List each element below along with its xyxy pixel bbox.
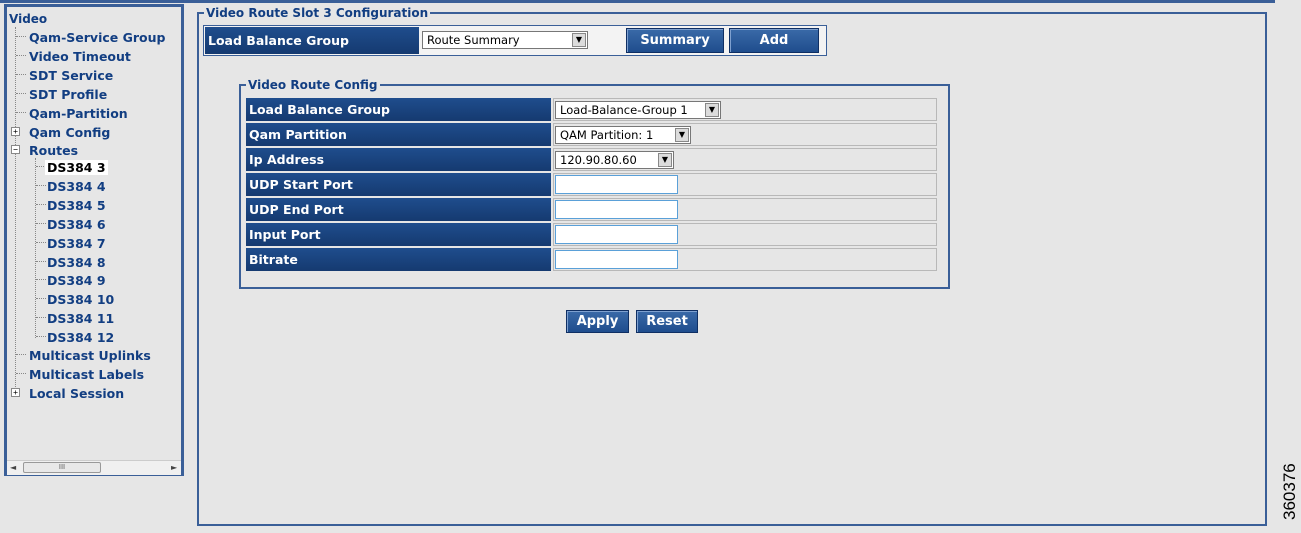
field-label: Input Port: [246, 223, 551, 246]
expand-icon[interactable]: +: [11, 388, 20, 397]
video-route-config-form: Load Balance Group Load-Balance-Group 1 …: [246, 98, 937, 273]
tree-connector: [36, 261, 46, 262]
tree-item-local-session[interactable]: Local Session: [29, 386, 124, 401]
apply-button[interactable]: Apply: [566, 310, 629, 333]
form-row-udp-end-port: UDP End Port: [246, 198, 937, 221]
figure-number: 360376: [1280, 463, 1299, 520]
video-route-config-title: Video Route Config: [246, 78, 380, 92]
tree-item-multicast-uplinks[interactable]: Multicast Uplinks: [29, 348, 151, 363]
chevron-down-icon[interactable]: ▼: [572, 33, 586, 47]
route-configuration-title: Video Route Slot 3 Configuration: [204, 6, 431, 20]
tree-item-qam-partition[interactable]: Qam-Partition: [29, 106, 128, 121]
chevron-down-icon[interactable]: ▼: [705, 103, 719, 117]
tree-connector: [16, 74, 26, 75]
field-cell: QAM Partition: 1 ▼: [553, 123, 937, 146]
udp-start-port-input[interactable]: [555, 175, 678, 194]
field-label: UDP Start Port: [246, 173, 551, 196]
navigation-tree-panel: Video Qam-Service Group Video Timeout SD…: [4, 4, 184, 476]
collapse-icon[interactable]: −: [11, 145, 20, 154]
tree-connector: [36, 185, 46, 186]
tree-item-sdt-profile[interactable]: SDT Profile: [29, 87, 107, 102]
input-port-input[interactable]: [555, 225, 678, 244]
chevron-down-icon[interactable]: ▼: [675, 128, 689, 142]
load-balance-group-select[interactable]: Load-Balance-Group 1 ▼: [555, 101, 721, 119]
tree-item-qam-config[interactable]: Qam Config: [29, 125, 110, 140]
field-cell: 120.90.80.60 ▼: [553, 148, 937, 171]
tree-item-multicast-labels[interactable]: Multicast Labels: [29, 367, 144, 382]
scroll-right-arrow-icon[interactable]: ►: [171, 463, 177, 472]
field-cell: [553, 248, 937, 271]
tree-connector: [36, 336, 46, 337]
tree-item-ds384-10[interactable]: DS384 10: [47, 292, 114, 307]
tree-item-qam-service-group[interactable]: Qam-Service Group: [29, 30, 165, 45]
field-label: UDP End Port: [246, 198, 551, 221]
field-cell: [553, 223, 937, 246]
form-row-qam-partition: Qam Partition QAM Partition: 1 ▼: [246, 123, 937, 146]
select-value: QAM Partition: 1: [560, 128, 654, 142]
tree-connector: [36, 317, 46, 318]
navigation-tree: Video Qam-Service Group Video Timeout SD…: [9, 12, 187, 452]
tree-item-ds384-12[interactable]: DS384 12: [47, 330, 114, 345]
form-row-udp-start-port: UDP Start Port: [246, 173, 937, 196]
tree-item-ds384-11[interactable]: DS384 11: [47, 311, 114, 326]
select-value: Load-Balance-Group 1: [560, 103, 688, 117]
tree-item-ds384-8[interactable]: DS384 8: [47, 255, 106, 270]
chevron-down-icon[interactable]: ▼: [658, 153, 672, 167]
add-button[interactable]: Add: [729, 28, 819, 53]
tree-item-ds384-4[interactable]: DS384 4: [47, 179, 106, 194]
tree-connector: [16, 354, 26, 355]
form-row-ip-address: Ip Address 120.90.80.60 ▼: [246, 148, 937, 171]
field-label: Bitrate: [246, 248, 551, 271]
tree-item-ds384-9[interactable]: DS384 9: [47, 273, 106, 288]
bitrate-input[interactable]: [555, 250, 678, 269]
form-row-load-balance-group: Load Balance Group Load-Balance-Group 1 …: [246, 98, 937, 121]
horizontal-scrollbar[interactable]: ◄ III ►: [7, 460, 181, 475]
tree-connector: [36, 242, 46, 243]
tree-connector: [16, 36, 26, 37]
tree-item-ds384-7[interactable]: DS384 7: [47, 236, 106, 251]
tree-root-video[interactable]: Video: [9, 12, 47, 26]
tree-connector: [36, 279, 46, 280]
field-cell: [553, 198, 937, 221]
route-summary-select-value: Route Summary: [427, 33, 520, 47]
tree-item-routes[interactable]: Routes: [29, 143, 78, 158]
expand-icon[interactable]: +: [11, 127, 20, 136]
scroll-left-arrow-icon[interactable]: ◄: [10, 463, 16, 472]
form-row-bitrate: Bitrate: [246, 248, 937, 271]
qam-partition-select[interactable]: QAM Partition: 1 ▼: [555, 126, 691, 144]
tree-connector: [16, 93, 26, 94]
summary-button[interactable]: Summary: [626, 28, 724, 53]
field-cell: [553, 173, 937, 196]
field-label: Ip Address: [246, 148, 551, 171]
form-row-input-port: Input Port: [246, 223, 937, 246]
field-label: Qam Partition: [246, 123, 551, 146]
tree-connector: [16, 112, 26, 113]
tree-item-ds384-5[interactable]: DS384 5: [47, 198, 106, 213]
tree-connector: [36, 223, 46, 224]
reset-button[interactable]: Reset: [636, 310, 698, 333]
load-balance-group-toolbar: Load Balance Group Route Summary ▼ Summa…: [203, 25, 827, 56]
field-label: Load Balance Group: [246, 98, 551, 121]
scrollbar-thumb[interactable]: III: [23, 462, 101, 473]
tree-connector: [36, 298, 46, 299]
select-value: 120.90.80.60: [560, 153, 637, 167]
tree-item-sdt-service[interactable]: SDT Service: [29, 68, 113, 83]
tree-item-video-timeout[interactable]: Video Timeout: [29, 49, 131, 64]
tree-item-ds384-3[interactable]: DS384 3: [45, 160, 108, 175]
tree-connector: [36, 204, 46, 205]
udp-end-port-input[interactable]: [555, 200, 678, 219]
top-border: [0, 0, 1275, 3]
tree-connector: [16, 373, 26, 374]
tree-guide-line: [15, 27, 16, 395]
route-summary-select[interactable]: Route Summary ▼: [422, 31, 588, 49]
tree-item-ds384-6[interactable]: DS384 6: [47, 217, 106, 232]
ip-address-select[interactable]: 120.90.80.60 ▼: [555, 151, 674, 169]
load-balance-group-label: Load Balance Group: [205, 27, 419, 54]
tree-connector: [16, 55, 26, 56]
field-cell: Load-Balance-Group 1 ▼: [553, 98, 937, 121]
